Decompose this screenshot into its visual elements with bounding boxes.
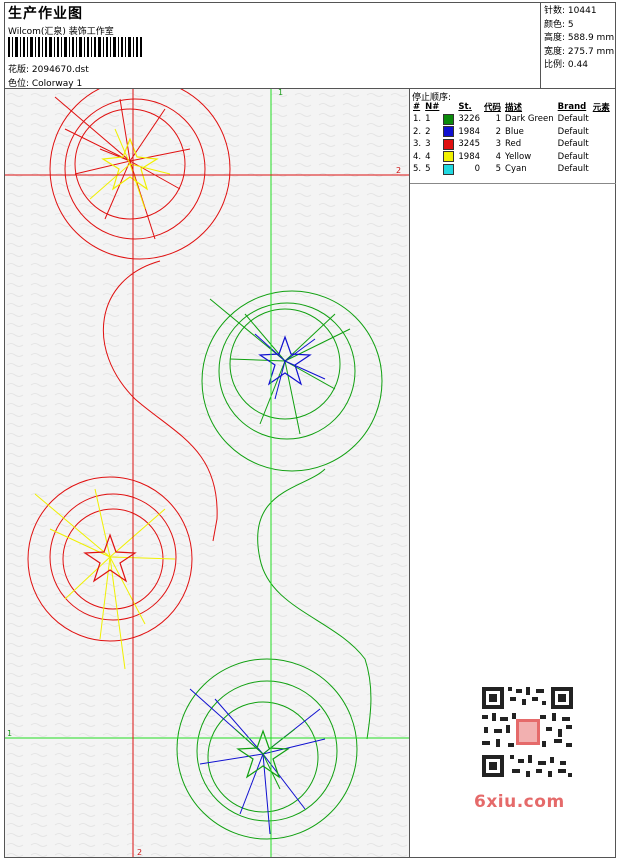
row-element <box>591 113 612 126</box>
green-left-label: 1 <box>7 729 13 738</box>
row-element <box>591 126 612 139</box>
qr-code <box>470 683 585 783</box>
color-swatch-box <box>443 138 455 150</box>
col-n: N# <box>425 102 440 112</box>
row-code: 1 <box>495 114 502 125</box>
col-element: 元素 <box>592 103 610 113</box>
row-desc: Blue <box>505 126 524 137</box>
row-stitches: 1984 <box>458 126 481 137</box>
row-code: 2 <box>495 126 502 137</box>
row-stitches: 3226 <box>458 114 481 125</box>
color-row: 5. 5 0 5 Cyan Default <box>411 163 612 176</box>
color-row: 3. 3 3245 3 Red Default <box>411 138 612 151</box>
row-n: 1 <box>425 114 431 125</box>
row-stitches: 1984 <box>458 151 481 162</box>
row-brand: Default <box>557 164 589 175</box>
color-swatch <box>441 163 456 176</box>
row-code: 4 <box>495 151 502 162</box>
stat-height: 高度: 588.9 mm <box>544 33 615 43</box>
red-bottom-label: 2 <box>137 848 143 857</box>
stat-stitches: 针数: 10441 <box>544 6 597 16</box>
col-index: # <box>413 102 421 112</box>
row-brand: Default <box>557 139 589 150</box>
col-swatch <box>441 101 456 113</box>
page-title: 生产作业图 <box>8 6 83 22</box>
company-name: Wilcom(汇泉) 装饰工作室 <box>8 27 114 37</box>
design-file-label: 花版: 2094670.dst <box>8 65 89 75</box>
stat-width: 宽度: 275.7 mm <box>544 46 615 57</box>
color-swatch-box <box>443 151 455 163</box>
row-stitches: 0 <box>474 164 481 175</box>
row-code: 3 <box>495 139 502 150</box>
color-row: 1. 1 3226 1 Dark Green Default <box>411 113 612 126</box>
panel-divider <box>410 183 616 184</box>
col-desc: 描述 <box>505 103 523 113</box>
row-brand: Default <box>557 126 589 137</box>
row-desc: Yellow <box>505 151 532 162</box>
green-top-label: 1 <box>278 89 284 97</box>
color-swatch <box>441 126 456 139</box>
row-index: 5. <box>413 164 422 175</box>
row-stitches: 3245 <box>458 139 481 150</box>
row-brand: Default <box>557 114 589 125</box>
color-row: 4. 4 1984 4 Yellow Default <box>411 151 612 164</box>
row-code: 5 <box>495 164 502 175</box>
color-swatch <box>441 138 456 151</box>
color-swatch-box <box>443 126 455 138</box>
barcode <box>8 37 142 57</box>
row-index: 4. <box>413 151 422 162</box>
stat-colors: 颜色: 5 <box>544 19 574 30</box>
color-swatch-box <box>443 113 455 125</box>
row-index: 2. <box>413 126 422 137</box>
row-n: 4 <box>425 151 431 162</box>
row-element <box>591 138 612 151</box>
row-desc: Dark Green <box>505 114 554 125</box>
embroidery-preview <box>5 89 409 857</box>
row-n: 2 <box>425 126 431 137</box>
red-right-label: 2 <box>396 166 402 175</box>
table-header-row: # N# St. 代码 描述 Brand 元素 <box>411 101 612 113</box>
row-brand: Default <box>557 151 589 162</box>
stat-scale: 比例: 0.44 <box>544 60 588 70</box>
color-table: # N# St. 代码 描述 Brand 元素 1. 1 3226 1 Dark Gre… <box>411 101 612 176</box>
col-stitches: St. <box>458 102 472 112</box>
design-canvas[interactable]: 1 1 2 2 <box>5 89 409 857</box>
col-brand: Brand <box>557 102 587 112</box>
row-element <box>591 151 612 164</box>
color-swatch-box <box>443 163 455 175</box>
watermark-logo: 6xiu.com <box>474 792 565 812</box>
row-desc: Red <box>505 139 522 150</box>
row-index: 3. <box>413 139 422 150</box>
color-swatch <box>441 113 456 126</box>
stats-box: 针数: 10441 颜色: 5 高度: 588.9 mm 宽度: 275.7 m… <box>540 2 616 88</box>
color-swatch <box>441 151 456 164</box>
color-row: 2. 2 1984 2 Blue Default <box>411 126 612 139</box>
row-n: 3 <box>425 139 431 150</box>
row-desc: Cyan <box>505 164 527 175</box>
row-element <box>591 163 612 176</box>
col-code: 代码 <box>484 103 502 113</box>
row-n: 5 <box>425 164 431 175</box>
row-index: 1. <box>413 114 422 125</box>
